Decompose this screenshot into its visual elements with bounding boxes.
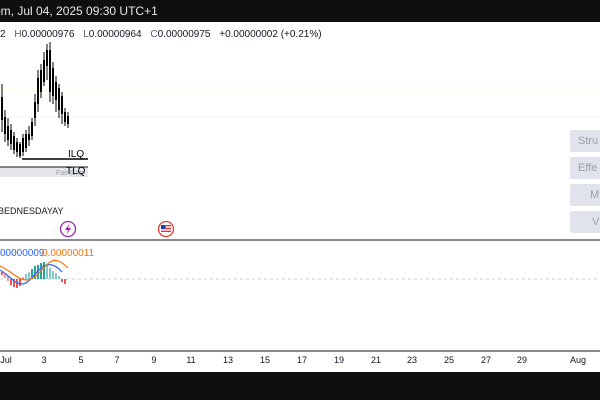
x-axis-tick-label: 7 [114,355,119,365]
us-flag-icon[interactable] [157,220,175,238]
macd-histogram-bar [46,264,48,279]
session-label: BEDNESDAYAY [0,206,64,216]
x-axis-tick-label: 5 [78,355,83,365]
x-axis-tick-label: 25 [444,355,454,365]
x-axis-tick-label: 23 [407,355,417,365]
candle-body [64,112,66,122]
side-button-effects[interactable]: Effe [570,157,600,179]
candle-body [19,144,21,156]
macd-histogram-bar [10,279,12,285]
candle-body [43,60,45,82]
high-key: H [14,29,22,40]
datetime-label: om, Jul 04, 2025 09:30 UTC+1 [0,4,158,18]
chart-app: om, Jul 04, 2025 09:30 UTC+1 ILQ Fair Ga… [0,0,600,400]
signal-value: 0.00000011 [42,248,95,259]
macd-histogram-bar [49,268,51,279]
candle-body [16,142,18,152]
candle-body [25,134,27,148]
candle-body [49,50,51,92]
x-axis: Jul 3 5 7 9 11 13 15 17 19 21 23 25 27 29 Aug [0,355,586,365]
macd-histogram-bar [43,262,45,279]
open-value-tail: 2 [0,29,6,40]
x-axis-tick-label: 27 [481,355,491,365]
candle-body [67,116,69,124]
x-axis-tick-label: 19 [334,355,344,365]
macd-histogram-bar [1,272,3,275]
candle-body [28,134,30,140]
side-button-m[interactable]: M [570,184,600,206]
candle-body [4,117,6,134]
x-axis-tick-label: 9 [151,355,156,365]
close-key: C [150,29,158,40]
candle-body [31,122,33,136]
candle-body [10,130,12,144]
x-axis-tick-label: 29 [517,355,527,365]
candle-body [52,68,54,96]
candle-body [37,78,39,104]
macd-group [0,259,69,288]
candle-body [40,70,42,92]
chart-area[interactable]: ILQ Fair Gap TLQ BEDNESDAYAY 00000009 0.… [0,22,600,372]
candle-body [22,138,24,152]
x-axis-tick-label: 15 [260,355,270,365]
low-key: L [83,29,89,40]
candle-body [13,136,15,150]
candle-body [61,96,63,114]
x-axis-tick-label: 21 [371,355,381,365]
macd-histogram-bar [28,272,30,279]
x-axis-tick-label: 13 [223,355,233,365]
candle-body [34,102,36,118]
ohlc-legend: 2 H0.00000976 L0.00000964 C0.00000975 +0… [0,29,322,40]
macd-histogram-bar [52,271,54,279]
candle-body [46,50,48,66]
x-axis-tick-label: 11 [186,355,195,365]
side-button-structure[interactable]: Stru [570,130,600,152]
x-axis-tick-label: 3 [41,355,46,365]
macd-histogram-bar [19,279,21,286]
candle-body [7,126,9,140]
close-value: 0.00000975 [157,29,211,40]
x-axis-tick-label: Aug [570,355,586,365]
candles-group [1,42,69,158]
top-bar: om, Jul 04, 2025 09:30 UTC+1 [0,0,600,22]
candle-body [58,88,60,110]
high-value: 0.00000976 [21,29,75,40]
macd-histogram-bar [64,279,66,284]
candle-body [1,97,3,120]
low-value: 0.00000964 [88,29,142,40]
macd-histogram-bar [25,274,27,279]
chart-canvas[interactable]: ILQ Fair Gap TLQ BEDNESDAYAY 00000009 0.… [0,22,600,372]
side-button-v[interactable]: V [570,211,600,233]
macd-histogram-bar [61,279,63,282]
x-axis-tick-label: 17 [297,355,307,365]
tlq-label: TLQ [66,166,86,177]
macd-histogram-bar [55,273,57,279]
lightning-icon[interactable] [59,220,77,238]
change-value: +0.00000002 (+0.21%) [219,29,322,40]
macd-value: 00000009 [0,248,45,259]
x-axis-tick-label: Jul [0,355,12,365]
macd-histogram-bar [58,276,60,279]
ilq-label: ILQ [68,149,84,160]
candle-body [55,82,57,100]
bottom-bar [0,372,600,400]
